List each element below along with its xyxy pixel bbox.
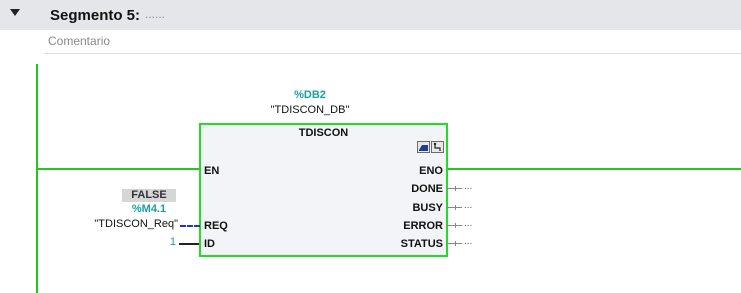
- instance-db-name[interactable]: "TDISCON_DB": [250, 104, 370, 116]
- error-connector: [446, 225, 462, 226]
- req-tag-name[interactable]: "TDISCON_Req": [60, 218, 178, 230]
- pin-busy[interactable]: BUSY: [412, 202, 443, 214]
- segment-title: Segmento 5:: [50, 7, 141, 24]
- block-name: TDISCON: [298, 127, 349, 139]
- id-value[interactable]: 1: [150, 236, 176, 248]
- busy-output-placeholder[interactable]: ...: [464, 200, 472, 211]
- segment-comment-field[interactable]: Comentario: [44, 31, 741, 54]
- req-wire: [180, 225, 200, 227]
- rung-wire-left: [38, 168, 200, 170]
- instance-db-icon[interactable]: [417, 141, 430, 153]
- tdiscon-block[interactable]: TDISCON EN REQ ID ENO DONE BUSY ERROR ST…: [199, 123, 448, 257]
- pin-status[interactable]: STATUS: [401, 238, 443, 250]
- req-monitor-value: FALSE: [122, 189, 176, 202]
- status-connector-tick: [455, 241, 456, 246]
- segment-description[interactable]: ......: [145, 7, 165, 21]
- busy-connector-tick: [455, 205, 456, 210]
- done-connector-tick: [455, 186, 456, 191]
- pin-done[interactable]: DONE: [411, 183, 443, 195]
- id-wire: [179, 243, 199, 245]
- pin-id[interactable]: ID: [204, 238, 215, 250]
- req-address[interactable]: %M4.1: [120, 203, 178, 215]
- pin-error[interactable]: ERROR: [403, 220, 443, 232]
- instance-db-address[interactable]: %DB2: [250, 89, 370, 101]
- pin-req[interactable]: REQ: [204, 220, 228, 232]
- rung-wire-right: [446, 168, 741, 170]
- collapse-triangle-icon[interactable]: [10, 9, 20, 16]
- status-connector: [446, 243, 462, 244]
- comment-placeholder: Comentario: [48, 34, 111, 48]
- pin-en[interactable]: EN: [204, 165, 219, 177]
- busy-connector: [446, 207, 462, 208]
- network-diagnostic-icon[interactable]: [431, 141, 444, 153]
- pin-eno[interactable]: ENO: [419, 165, 443, 177]
- error-output-placeholder[interactable]: ...: [464, 218, 472, 229]
- status-output-placeholder[interactable]: ...: [464, 236, 472, 247]
- done-output-placeholder[interactable]: ...: [464, 181, 472, 192]
- error-connector-tick: [455, 223, 456, 228]
- segment-header[interactable]: Segmento 5: ......: [0, 0, 741, 30]
- done-connector: [446, 188, 462, 189]
- power-rail: [36, 64, 38, 293]
